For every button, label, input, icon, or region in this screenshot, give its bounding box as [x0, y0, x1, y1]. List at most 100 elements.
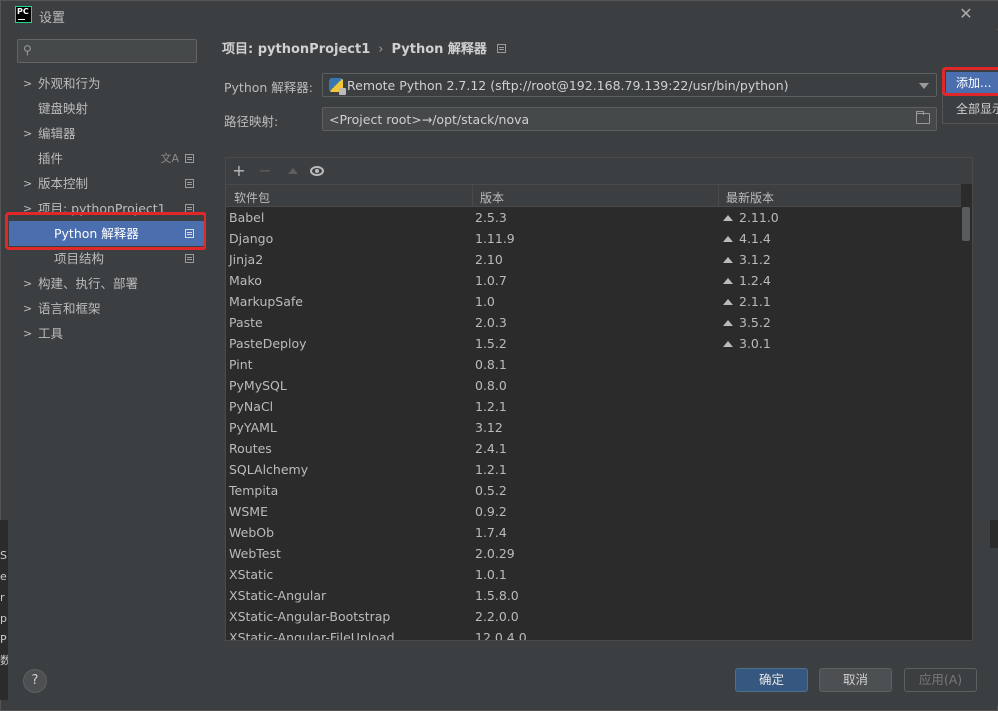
eye-icon[interactable]: [310, 166, 324, 176]
chevron-down-icon: >: [23, 202, 33, 215]
table-row[interactable]: XStatic-Angular-Bootstrap 2.2.0.0: [226, 606, 962, 627]
column-header-latest[interactable]: 最新版本: [726, 189, 774, 206]
sidebar-item-appearance[interactable]: > 外观和行为: [9, 71, 206, 96]
project-settings-icon: [185, 204, 194, 213]
sidebar-item-build-execution[interactable]: > 构建、执行、部署: [9, 271, 206, 296]
chevron-right-icon: >: [23, 302, 33, 315]
package-name: XStatic-Angular: [229, 588, 327, 603]
search-icon: ⚲: [23, 43, 32, 57]
table-row[interactable]: Routes 2.4.1: [226, 438, 962, 459]
package-version: 1.2.1: [475, 399, 507, 414]
background-edge: [990, 520, 998, 548]
packages-table-body: Babel 2.5.3 2.11.0 Django 1.11.9 4.1.4 Jinja2 2…: [226, 207, 962, 640]
latest-version-text: 4.1.4: [739, 231, 771, 246]
ok-button[interactable]: 确定: [735, 668, 808, 692]
table-row[interactable]: Mako 1.0.7 1.2.4: [226, 270, 962, 291]
table-row[interactable]: PyYAML 3.12: [226, 417, 962, 438]
breadcrumb-project[interactable]: 项目: pythonProject1: [222, 42, 370, 57]
sidebar-item-python-interpreter[interactable]: Python 解释器: [9, 221, 206, 246]
background-text: S: [0, 549, 7, 562]
path-mapping-label: 路径映射:: [224, 114, 279, 129]
project-settings-icon: [185, 154, 194, 163]
cancel-button[interactable]: 取消: [819, 668, 892, 692]
remove-package-button[interactable]: −: [255, 161, 275, 181]
show-all-menu-item[interactable]: 全部显示: [956, 100, 998, 117]
table-row[interactable]: SQLAlchemy 1.2.1: [226, 459, 962, 480]
upgrade-available-icon: [723, 257, 733, 263]
latest-version-text: 3.0.1: [739, 336, 771, 351]
table-row[interactable]: Paste 2.0.3 3.5.2: [226, 312, 962, 333]
package-name: Jinja2: [229, 252, 264, 267]
table-row[interactable]: Tempita 0.5.2: [226, 480, 962, 501]
sidebar-item-editor[interactable]: > 编辑器: [9, 121, 206, 146]
table-row[interactable]: XStatic-Angular 1.5.8.0: [226, 585, 962, 606]
sidebar-item-languages[interactable]: > 语言和框架: [9, 296, 206, 321]
dialog-footer: ? 确定 取消 应用(A): [1, 656, 998, 706]
table-row[interactable]: Django 1.11.9 4.1.4: [226, 228, 962, 249]
package-version: 2.4.1: [475, 441, 507, 456]
upgrade-available-icon: [723, 278, 733, 284]
table-row[interactable]: XStatic-Angular-FileUpload 12.0.4.0: [226, 627, 962, 640]
table-row[interactable]: WebTest 2.0.29: [226, 543, 962, 564]
chevron-right-icon: >: [23, 177, 33, 190]
table-row[interactable]: XStatic 1.0.1: [226, 564, 962, 585]
sidebar-item-plugins[interactable]: 插件 文A: [9, 146, 206, 171]
column-header-version[interactable]: 版本: [480, 189, 504, 206]
breadcrumb: 项目: pythonProject1 › Python 解释器: [222, 38, 506, 57]
package-version: 2.0.3: [475, 315, 507, 330]
add-package-button[interactable]: +: [229, 161, 249, 181]
package-version: 3.12: [475, 420, 503, 435]
package-name: Babel: [229, 210, 265, 225]
column-divider: [718, 185, 719, 207]
package-name: Routes: [229, 441, 272, 456]
table-row[interactable]: PyMySQL 0.8.0: [226, 375, 962, 396]
table-row[interactable]: WebOb 1.7.4: [226, 522, 962, 543]
project-settings-icon: [496, 44, 506, 53]
apply-button[interactable]: 应用(A): [904, 668, 977, 692]
package-version: 0.8.0: [475, 378, 507, 393]
latest-version-text: 1.2.4: [739, 273, 771, 288]
package-latest-version: 3.1.2: [723, 249, 771, 270]
scrollbar-thumb[interactable]: [962, 207, 970, 241]
interpreter-select[interactable]: Remote Python 2.7.12 (sftp://root@192.16…: [322, 73, 937, 97]
package-name: Tempita: [229, 483, 279, 498]
close-icon[interactable]: ✕: [957, 5, 975, 23]
settings-search-input[interactable]: ⚲: [17, 39, 197, 63]
column-header-package[interactable]: 软件包: [234, 189, 270, 206]
package-version: 2.5.3: [475, 210, 507, 225]
package-version: 1.0.7: [475, 273, 507, 288]
package-name: WebOb: [229, 525, 275, 540]
sidebar-item-project-structure[interactable]: 项目结构: [9, 246, 206, 271]
sidebar-item-tools[interactable]: > 工具: [9, 321, 206, 346]
path-mapping-field[interactable]: <Project root>→/opt/stack/nova: [322, 107, 937, 131]
translate-icon: 文A: [160, 152, 179, 165]
table-row[interactable]: WSME 0.9.2: [226, 501, 962, 522]
upgrade-available-icon: [723, 236, 733, 242]
sidebar-item-keymap[interactable]: 键盘映射: [9, 96, 206, 121]
latest-version-text: 2.11.0: [739, 210, 779, 225]
package-name: WebTest: [229, 546, 281, 561]
table-row[interactable]: PasteDeploy 1.5.2 3.0.1: [226, 333, 962, 354]
upgrade-package-icon[interactable]: [288, 168, 298, 174]
table-row[interactable]: Jinja2 2.10 3.1.2: [226, 249, 962, 270]
packages-scrollbar[interactable]: [961, 184, 971, 640]
sidebar-item-project[interactable]: > 项目: pythonProject1: [9, 196, 206, 221]
breadcrumb-separator: ›: [378, 42, 384, 57]
table-row[interactable]: MarkupSafe 1.0 2.1.1: [226, 291, 962, 312]
python-remote-icon: [329, 78, 346, 95]
upgrade-available-icon: [723, 215, 733, 221]
add-interpreter-menu-item[interactable]: 添加...: [946, 72, 998, 94]
table-row[interactable]: Babel 2.5.3 2.11.0: [226, 207, 962, 228]
package-version: 0.5.2: [475, 483, 507, 498]
help-button[interactable]: ?: [23, 669, 47, 693]
folder-icon[interactable]: [916, 111, 930, 124]
project-settings-icon: [185, 254, 194, 263]
settings-tree: > 外观和行为 键盘映射 > 编辑器 插件 文A > 版本控制 > 项目: py…: [9, 71, 206, 346]
table-row[interactable]: PyNaCl 1.2.1: [226, 396, 962, 417]
window-title: 设置: [39, 11, 66, 26]
package-version: 2.0.29: [475, 546, 515, 561]
package-name: XStatic: [229, 567, 274, 582]
table-row[interactable]: Pint 0.8.1: [226, 354, 962, 375]
package-version: 1.11.9: [475, 231, 515, 246]
sidebar-item-version-control[interactable]: > 版本控制: [9, 171, 206, 196]
